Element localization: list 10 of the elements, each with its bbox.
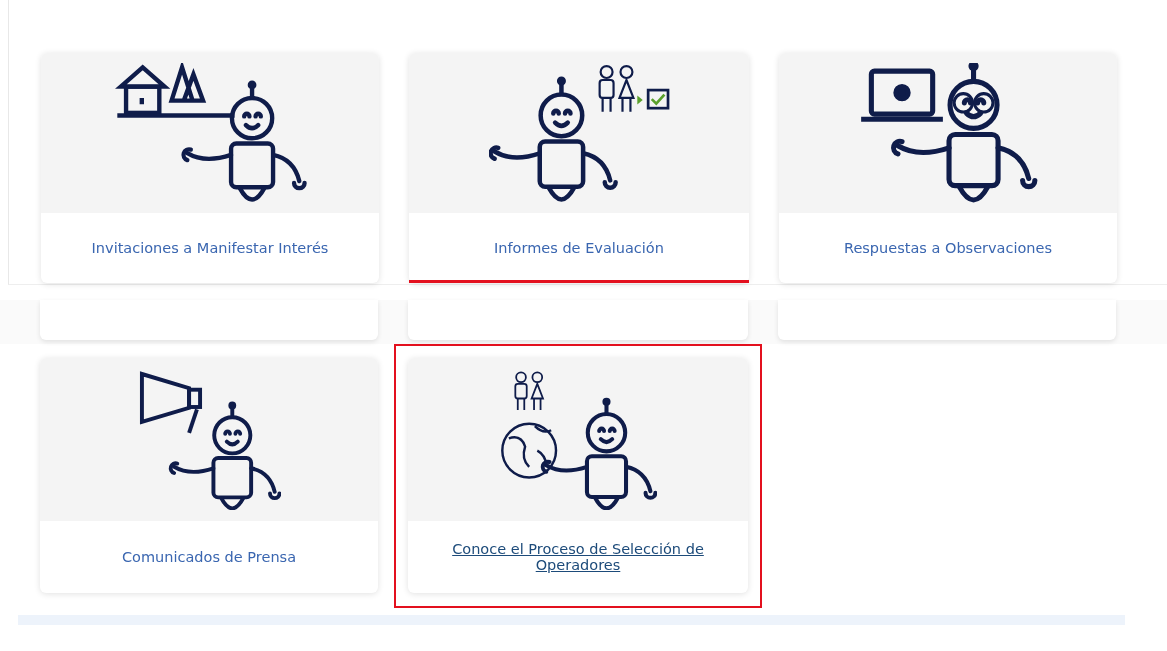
card-link[interactable]: Respuestas a Observaciones bbox=[843, 240, 1053, 256]
card-link[interactable]: Informes de Evaluación bbox=[494, 240, 664, 256]
card-link[interactable]: Comunicados de Prensa bbox=[121, 549, 296, 565]
card[interactable]: Informes de Evaluación bbox=[409, 53, 749, 283]
card[interactable]: Respuestas a Observaciones bbox=[779, 53, 1117, 283]
card[interactable]: Invitaciones a Manifestar Interés bbox=[41, 53, 379, 283]
card-link[interactable]: Conoce el Proceso de Selección de Operadores bbox=[428, 541, 728, 573]
card[interactable]: Comunicados de Prensa bbox=[40, 358, 378, 593]
card[interactable]: Conoce el Proceso de Selección de Operadores bbox=[408, 358, 748, 593]
card-link[interactable]: Invitaciones a Manifestar Interés bbox=[91, 240, 329, 256]
